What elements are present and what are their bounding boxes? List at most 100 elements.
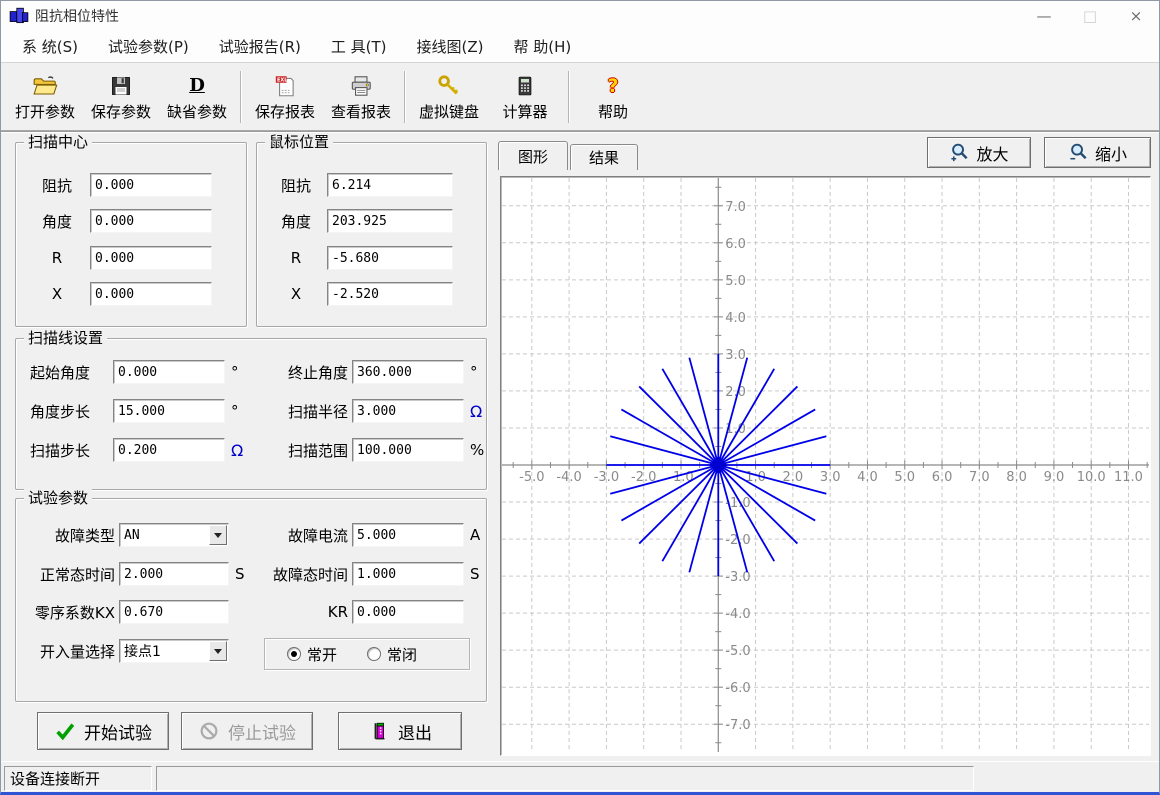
close-button[interactable]: × <box>1113 1 1159 31</box>
svg-text:3.0: 3.0 <box>820 470 841 485</box>
sweep-step-input[interactable] <box>113 438 225 462</box>
zoom-out-label: 缩小 <box>1095 141 1127 165</box>
toolbar-label: 计算器 <box>502 101 547 122</box>
calculator-icon <box>512 73 538 99</box>
sweep-radius-label: 扫描半径 <box>260 401 348 422</box>
start-test-button[interactable]: 开始试验 <box>37 712 169 750</box>
normal-time-input[interactable] <box>119 562 229 586</box>
fault-time-input[interactable] <box>352 562 464 586</box>
sweep-range-label: 扫描范围 <box>260 440 348 461</box>
fault-current-input[interactable] <box>352 523 464 547</box>
magnifier-minus-icon <box>1068 142 1089 163</box>
tab-result[interactable]: 结果 <box>570 144 638 170</box>
binary-input-value: 接点1 <box>120 641 209 661</box>
impedance-plot-canvas[interactable]: -5.0-4.0-3.0-2.0-1.01.02.03.04.05.06.07.… <box>500 176 1151 756</box>
fault-current-label: 故障电流 <box>256 525 348 546</box>
fault-current-unit: A <box>470 526 480 544</box>
mouse-r-input[interactable] <box>327 246 453 270</box>
menu-tools[interactable]: 工 具(T) <box>316 36 402 57</box>
save-report-button[interactable]: EXL 保存报表 <box>247 67 323 127</box>
scan-impedance-input[interactable] <box>90 173 212 197</box>
save-params-button[interactable]: 保存参数 <box>83 67 159 127</box>
device-status-cell: 设备连接断开 <box>4 766 152 791</box>
svg-text:4.0: 4.0 <box>857 470 878 485</box>
menu-bar: 系 统(S) 试验参数(P) 试验报告(R) 工 具(T) 接线图(Z) 帮 助… <box>1 31 1159 63</box>
scan-impedance-label: 阻抗 <box>24 175 90 196</box>
svg-text:-6.0: -6.0 <box>725 681 750 696</box>
maximize-button[interactable]: □ <box>1067 1 1113 31</box>
title-bar: 阻抗相位特性 — □ × <box>1 1 1159 31</box>
fault-type-label: 故障类型 <box>20 525 115 546</box>
end-angle-unit: ° <box>470 363 478 381</box>
mouse-impedance-input[interactable] <box>327 173 453 197</box>
minimize-button[interactable]: — <box>1021 1 1067 31</box>
mouse-x-input[interactable] <box>327 282 453 306</box>
kx-input[interactable] <box>119 600 229 624</box>
stop-test-button[interactable]: 停止试验 <box>181 712 313 750</box>
mouse-angle-input[interactable] <box>327 209 453 233</box>
sweep-step-label: 扫描步长 <box>30 440 100 461</box>
svg-text:-4.0: -4.0 <box>725 607 750 622</box>
contact-mode-frame: 常开 常闭 <box>264 638 470 670</box>
contact-closed-option[interactable]: 常闭 <box>367 644 417 665</box>
svg-text:8.0: 8.0 <box>1006 470 1027 485</box>
toolbar-label: 打开参数 <box>15 101 75 122</box>
kx-label: 零序系数KX <box>20 602 115 623</box>
toolbar-label: 保存报表 <box>255 101 315 122</box>
magnifier-plus-icon <box>949 142 970 163</box>
virtual-keyboard-button[interactable]: 虚拟键盘 <box>411 67 487 127</box>
tab-graph[interactable]: 图形 <box>498 141 568 170</box>
svg-text:5.0: 5.0 <box>894 470 915 485</box>
start-angle-unit: ° <box>231 363 239 381</box>
menu-wiring-diagram[interactable]: 接线图(Z) <box>402 36 499 57</box>
device-status-text: 设备连接断开 <box>10 768 100 789</box>
status-bar: 设备连接断开 <box>1 761 1159 794</box>
scan-angle-input[interactable] <box>90 209 212 233</box>
help-button[interactable]: ? 帮助 <box>575 67 651 127</box>
svg-text:3.0: 3.0 <box>725 348 746 363</box>
sweep-range-input[interactable] <box>352 438 464 462</box>
svg-text:11.0: 11.0 <box>1114 470 1143 485</box>
svg-text:4.0: 4.0 <box>725 311 746 326</box>
start-angle-label: 起始角度 <box>30 362 100 383</box>
sweep-radius-input[interactable] <box>352 399 464 423</box>
contact-open-option[interactable]: 常开 <box>287 644 337 665</box>
contact-open-label: 常开 <box>307 644 337 665</box>
normal-time-label: 正常态时间 <box>20 564 115 585</box>
zoom-in-button[interactable]: 放大 <box>927 137 1031 168</box>
binary-input-dropdown-button[interactable] <box>209 641 227 661</box>
scan-r-input[interactable] <box>90 246 212 270</box>
end-angle-input[interactable] <box>352 360 464 384</box>
scan-x-input[interactable] <box>90 282 212 306</box>
menu-help[interactable]: 帮 助(H) <box>499 36 587 57</box>
menu-system[interactable]: 系 统(S) <box>7 36 93 57</box>
sweep-range-unit: % <box>470 441 484 459</box>
calculator-button[interactable]: 计算器 <box>487 67 563 127</box>
start-angle-input[interactable] <box>113 360 225 384</box>
svg-text:7.0: 7.0 <box>725 200 746 215</box>
angle-step-input[interactable] <box>113 399 225 423</box>
svg-text:9.0: 9.0 <box>1044 470 1065 485</box>
open-params-button[interactable]: 打开参数 <box>7 67 83 127</box>
letter-d-icon: D <box>184 73 210 99</box>
menu-test-params[interactable]: 试验参数(P) <box>93 36 204 57</box>
end-angle-label: 终止角度 <box>260 362 348 383</box>
view-report-button[interactable]: 查看报表 <box>323 67 399 127</box>
test-params-group: 试验参数 故障类型 AN 故障电流 A 正常态时间 S 故障态时间 <box>15 498 487 702</box>
default-params-button[interactable]: D 缺省参数 <box>159 67 235 127</box>
menu-test-report[interactable]: 试验报告(R) <box>204 36 316 57</box>
angle-step-label: 角度步长 <box>30 401 100 422</box>
svg-text:-3.0: -3.0 <box>594 470 619 485</box>
toolbar-separator <box>568 71 570 123</box>
mouse-x-label: X <box>265 285 327 303</box>
svg-text:EXL: EXL <box>277 77 288 83</box>
binary-input-combobox[interactable]: 接点1 <box>119 639 229 663</box>
fault-type-dropdown-button[interactable] <box>209 525 227 545</box>
kr-input[interactable] <box>352 600 464 624</box>
exit-button[interactable]: 退出 <box>338 712 462 750</box>
toolbar-label: 缺省参数 <box>167 101 227 122</box>
svg-text:-4.0: -4.0 <box>556 470 581 485</box>
svg-text:5.0: 5.0 <box>725 274 746 289</box>
zoom-out-button[interactable]: 缩小 <box>1044 137 1151 168</box>
fault-type-combobox[interactable]: AN <box>119 523 229 547</box>
